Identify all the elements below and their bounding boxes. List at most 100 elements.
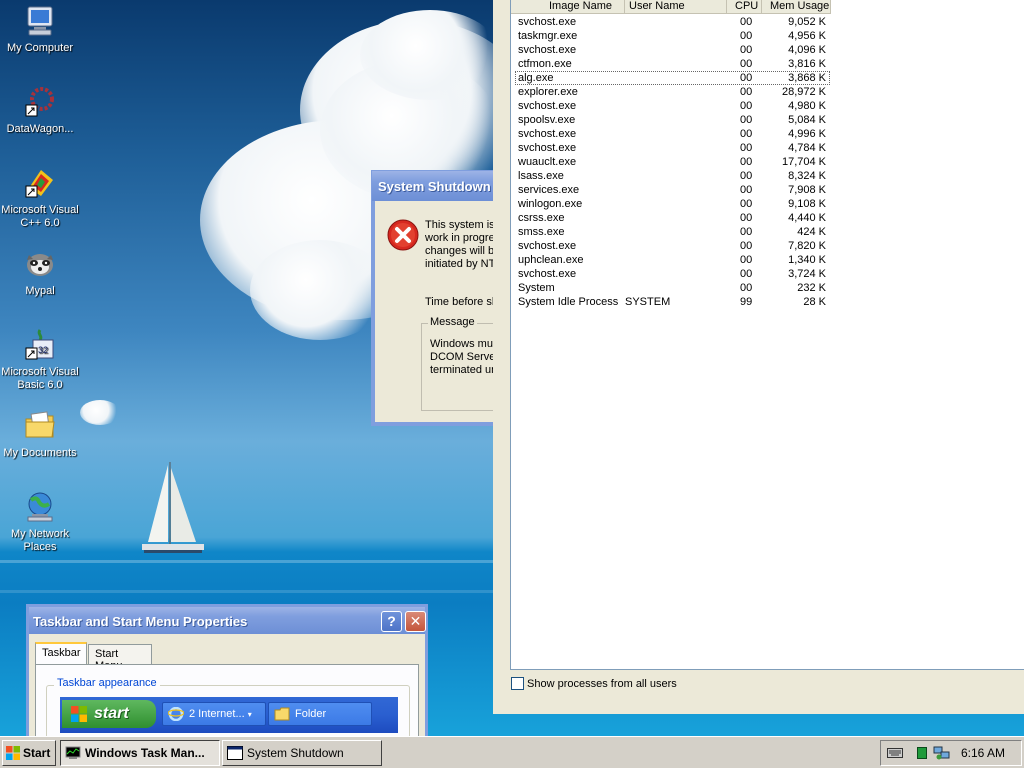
taskbar-appearance-label: Taskbar appearance [54, 677, 160, 689]
process-row[interactable]: svchost.exe 00 4,096 K [511, 43, 1024, 57]
keyboard-icon[interactable] [887, 747, 903, 759]
sailboat-image [142, 462, 204, 553]
process-name: uphclean.exe [518, 254, 584, 266]
my-network-places-icon [27, 492, 53, 522]
show-all-users-checkbox[interactable] [511, 677, 524, 690]
process-name: svchost.exe [518, 268, 577, 280]
process-cpu: 00 [740, 86, 753, 98]
process-row[interactable]: winlogon.exe 00 9,108 K [511, 197, 1024, 211]
folder-icon [274, 707, 290, 721]
desktop-icon-my-computer[interactable]: My Computer [0, 4, 80, 55]
message-group-line: Windows mus [430, 338, 499, 350]
show-all-users-checkbox-row[interactable]: Show processes from all users [511, 677, 677, 690]
process-cpu: 00 [740, 114, 753, 126]
process-mem: 3,816 K [788, 58, 826, 70]
help-button[interactable]: ? [381, 611, 402, 632]
desktop-icon-mypal[interactable]: Mypal [0, 247, 80, 298]
taskbar-button-task-manager[interactable]: Windows Task Man... [60, 740, 220, 766]
process-row[interactable]: lsass.exe 00 8,324 K [511, 169, 1024, 183]
taskbar-properties-title: Taskbar and Start Menu Properties [33, 614, 248, 629]
process-cpu: 00 [740, 254, 753, 266]
column-header-image-name[interactable]: Image Name [511, 0, 625, 14]
desktop-icon-datawagon[interactable]: DataWagon... [0, 85, 80, 136]
column-header-user-name[interactable]: User Name [625, 0, 727, 14]
process-mem: 4,956 K [788, 30, 826, 42]
process-row[interactable]: svchost.exe 00 4,784 K [511, 141, 1024, 155]
desktop-icon-my-network-places[interactable]: My Network Places [0, 490, 80, 554]
desktop-icon-visual-cpp[interactable]: Microsoft Visual C++ 6.0 [0, 166, 80, 230]
taskbar-clock[interactable]: 6:16 AM [961, 741, 1005, 765]
internet-explorer-icon [168, 707, 184, 721]
preview-start-button: start [62, 700, 156, 728]
time-before-shutdown-label: Time before sh [425, 296, 498, 308]
process-mem: 28 K [803, 296, 826, 308]
process-row[interactable]: ctfmon.exe 00 3,816 K [511, 57, 1024, 71]
my-computer-icon [27, 6, 53, 36]
visual-basic-shortcut-icon: 32 [25, 329, 54, 360]
process-mem: 4,440 K [788, 212, 826, 224]
process-name: services.exe [518, 184, 580, 196]
svg-text:32: 32 [38, 345, 48, 355]
preview-folder-label: Folder [295, 708, 327, 720]
process-row[interactable]: smss.exe 00 424 K [511, 225, 1024, 239]
process-name: csrss.exe [518, 212, 565, 224]
process-cpu: 00 [740, 142, 753, 154]
process-mem: 17,704 K [781, 156, 826, 168]
process-cpu: 00 [740, 212, 753, 224]
preview-start-label: start [94, 705, 129, 722]
process-row[interactable]: svchost.exe 00 9,052 K [511, 15, 1024, 29]
process-cpu: 00 [740, 128, 753, 140]
desktop-icon-label: Microsoft Visual Basic 6.0 [1, 366, 79, 391]
process-row[interactable]: svchost.exe 00 7,820 K [511, 239, 1024, 253]
taskbar-properties-title-bar[interactable]: Taskbar and Start Menu Properties [29, 607, 425, 634]
green-status-icon[interactable] [917, 747, 927, 759]
message-group-text: Windows mus DCOM Serve terminated un [430, 338, 498, 377]
desktop-icon-label: Mypal [25, 285, 55, 297]
network-connection-icon[interactable] [933, 745, 951, 761]
process-row[interactable]: services.exe 00 7,908 K [511, 183, 1024, 197]
tab-start-menu[interactable]: Start Menu [88, 644, 152, 672]
process-row[interactable]: spoolsv.exe 00 5,084 K [511, 113, 1024, 127]
shutdown-title-bar[interactable]: System Shutdown [372, 171, 501, 201]
desktop-icon-label: Microsoft Visual C++ 6.0 [1, 204, 79, 229]
process-cpu: 00 [740, 268, 753, 280]
selection-focus-rect [515, 71, 830, 85]
process-name: svchost.exe [518, 240, 577, 252]
tab-taskbar[interactable]: Taskbar [35, 642, 87, 664]
process-row[interactable]: System Idle Process SYSTEM 99 28 K [511, 295, 1024, 309]
process-mem: 4,996 K [788, 128, 826, 140]
preview-internet-button: 2 Internet... ▾ [162, 702, 266, 726]
taskbar-button-label: System Shutdown [247, 746, 344, 760]
column-header-cpu[interactable]: CPU [727, 0, 762, 14]
process-row[interactable]: svchost.exe 00 4,996 K [511, 127, 1024, 141]
process-row[interactable]: System 00 232 K [511, 281, 1024, 295]
process-row[interactable]: taskmgr.exe 00 4,956 K [511, 29, 1024, 43]
column-header-mem-usage[interactable]: Mem Usage [762, 0, 831, 14]
start-button[interactable]: Start [2, 740, 56, 766]
process-mem: 1,340 K [788, 254, 826, 266]
process-mem: 8,324 K [788, 170, 826, 182]
taskbar-button-system-shutdown[interactable]: System Shutdown [222, 740, 382, 766]
process-row[interactable]: svchost.exe 00 4,980 K [511, 99, 1024, 113]
desktop-icon-label: My Network Places [10, 528, 70, 553]
process-cpu: 00 [740, 184, 753, 196]
visual-cpp-shortcut-icon [25, 170, 53, 198]
window-icon [227, 746, 243, 760]
process-name: System Idle Process [518, 296, 619, 308]
close-button[interactable]: ✕ [405, 611, 426, 632]
process-name: lsass.exe [518, 170, 564, 182]
process-row[interactable]: explorer.exe 00 28,972 K [511, 85, 1024, 99]
process-list[interactable]: Image Name User Name CPU Mem Usage svcho… [510, 0, 1024, 670]
process-row[interactable]: wuauclt.exe 00 17,704 K [511, 155, 1024, 169]
desktop-icon-label: My Computer [6, 42, 74, 54]
process-row[interactable]: csrss.exe 00 4,440 K [511, 211, 1024, 225]
process-row[interactable]: uphclean.exe 00 1,340 K [511, 253, 1024, 267]
preview-internet-label: 2 Internet... [189, 708, 245, 720]
process-row[interactable]: svchost.exe 00 3,724 K [511, 267, 1024, 281]
desktop-icon-my-documents[interactable]: My Documents [0, 409, 80, 460]
process-name: svchost.exe [518, 128, 577, 140]
process-name: explorer.exe [518, 86, 578, 98]
process-row[interactable]: alg.exe 00 3,868 K [511, 71, 1024, 85]
process-cpu: 00 [740, 170, 753, 182]
desktop-icon-visual-basic[interactable]: 32 Microsoft Visual Basic 6.0 [0, 328, 80, 392]
